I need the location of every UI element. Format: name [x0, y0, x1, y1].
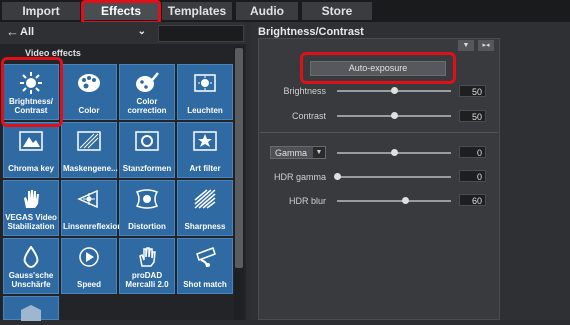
- tile-sharpness[interactable]: Sharpness: [177, 180, 233, 236]
- lens-flare-icon: [62, 187, 116, 211]
- section-divider: [260, 132, 498, 133]
- panel-title: Brightness/Contrast: [258, 26, 364, 38]
- brightness-label: Brightness: [283, 86, 326, 96]
- hexagon-icon: [4, 301, 58, 325]
- tile-color[interactable]: Color: [61, 64, 117, 120]
- tab-store[interactable]: Store: [302, 2, 372, 20]
- tile-shot-match[interactable]: Shot match: [177, 238, 233, 294]
- back-arrow-icon[interactable]: ←: [6, 24, 19, 39]
- tab-import[interactable]: Import: [2, 2, 80, 20]
- tile-label: VEGAS Video Stabilization: [5, 213, 57, 231]
- star-filter-icon: [178, 129, 232, 153]
- tile-chroma-key[interactable]: Chroma key: [3, 122, 59, 178]
- shot-match-icon: [178, 245, 232, 269]
- mask-icon: [62, 129, 116, 153]
- tile-label: Sharpness: [184, 222, 226, 231]
- tile-label: Art filter: [189, 164, 221, 173]
- search-input[interactable]: [158, 25, 244, 42]
- tile-speed[interactable]: Speed: [61, 238, 117, 294]
- category-dropdown-value: All: [20, 26, 35, 38]
- palette-icon: [62, 71, 116, 95]
- tile-maskengenerator[interactable]: Maskengene...: [61, 122, 118, 178]
- brightness-slider-knob[interactable]: [391, 87, 398, 94]
- gamma-dropdown-value: Gamma: [275, 148, 308, 158]
- gamma-dropdown[interactable]: Gamma ▼: [270, 146, 326, 159]
- tile-label: Color correction: [127, 97, 167, 115]
- blur-drop-icon: [4, 245, 58, 269]
- hand-stabilize-icon: [4, 187, 58, 211]
- stamp-shape-icon: [120, 129, 174, 153]
- tile-label: Stanzformen: [122, 164, 172, 173]
- distortion-icon: [120, 187, 174, 211]
- tab-audio[interactable]: Audio: [236, 2, 298, 20]
- category-dropdown[interactable]: All ⌄: [20, 24, 150, 40]
- brightness-tile-highlight: [1, 57, 63, 127]
- tab-templates[interactable]: Templates: [162, 2, 232, 20]
- hdr-gamma-value[interactable]: 0: [459, 170, 486, 182]
- gamma-value[interactable]: 0: [459, 146, 486, 158]
- auto-exposure-highlight: [300, 52, 456, 84]
- sharpness-icon: [178, 187, 232, 211]
- contrast-value[interactable]: 50: [459, 110, 486, 122]
- tile-label: proDAD Mercalli 2.0: [125, 271, 169, 289]
- gamma-slider-knob[interactable]: [391, 149, 398, 156]
- brush-palette-icon: [120, 71, 174, 95]
- brightness-value[interactable]: 50: [459, 85, 486, 97]
- tile-label: Gauss'sche Unschärfe: [8, 271, 54, 289]
- contrast-slider-knob[interactable]: [391, 112, 398, 119]
- tile-label: Color: [78, 106, 100, 115]
- hdr-blur-value[interactable]: 60: [459, 194, 486, 206]
- hdr-gamma-label: HDR gamma: [273, 172, 326, 182]
- tile-linsenreflexion[interactable]: Linsenreflexion: [61, 180, 123, 236]
- tile-vegas-video-stabilization[interactable]: VEGAS Video Stabilization: [3, 180, 59, 236]
- tile-label: Distortion: [128, 222, 166, 231]
- tile-label: Linsenreflexion: [63, 222, 123, 231]
- glow-icon: [178, 71, 232, 95]
- hdr-gamma-slider[interactable]: [337, 176, 451, 178]
- effects-scrollbar-thumb[interactable]: [235, 48, 243, 268]
- effects-tab-highlight: [81, 0, 161, 24]
- chroma-key-icon: [4, 129, 58, 153]
- tile-stanzformen[interactable]: Stanzformen: [119, 122, 175, 178]
- chevron-down-icon: ▼: [313, 147, 325, 158]
- tile-label: Leuchten: [187, 106, 223, 115]
- hdr-blur-label: HDR blur: [288, 196, 326, 206]
- tile-label: Chroma key: [8, 164, 54, 173]
- tile-label: Maskengene...: [63, 164, 118, 173]
- hdr-blur-slider[interactable]: [337, 200, 451, 202]
- expand-icon[interactable]: ▸◂: [478, 40, 494, 51]
- tile-color-correction[interactable]: Color correction: [119, 64, 175, 120]
- mercalli-hand-icon: [120, 245, 174, 269]
- tile-leuchten[interactable]: Leuchten: [177, 64, 233, 120]
- tile-label: Shot match: [183, 280, 227, 289]
- tile-distortion[interactable]: Distortion: [119, 180, 175, 236]
- contrast-label: Contrast: [291, 111, 326, 121]
- tile-art-filter[interactable]: Art filter: [177, 122, 233, 178]
- hdr-gamma-slider-knob[interactable]: [334, 173, 341, 180]
- tile-partial[interactable]: [3, 296, 59, 321]
- speed-icon: [62, 245, 116, 269]
- chevron-down-icon: ⌄: [137, 26, 146, 37]
- tile-gaussche-unschaerfe[interactable]: Gauss'sche Unschärfe: [3, 238, 59, 294]
- tile-label: Speed: [76, 280, 101, 289]
- tile-prodad-mercalli[interactable]: proDAD Mercalli 2.0: [119, 238, 175, 294]
- collapse-icon[interactable]: ▼: [458, 40, 474, 51]
